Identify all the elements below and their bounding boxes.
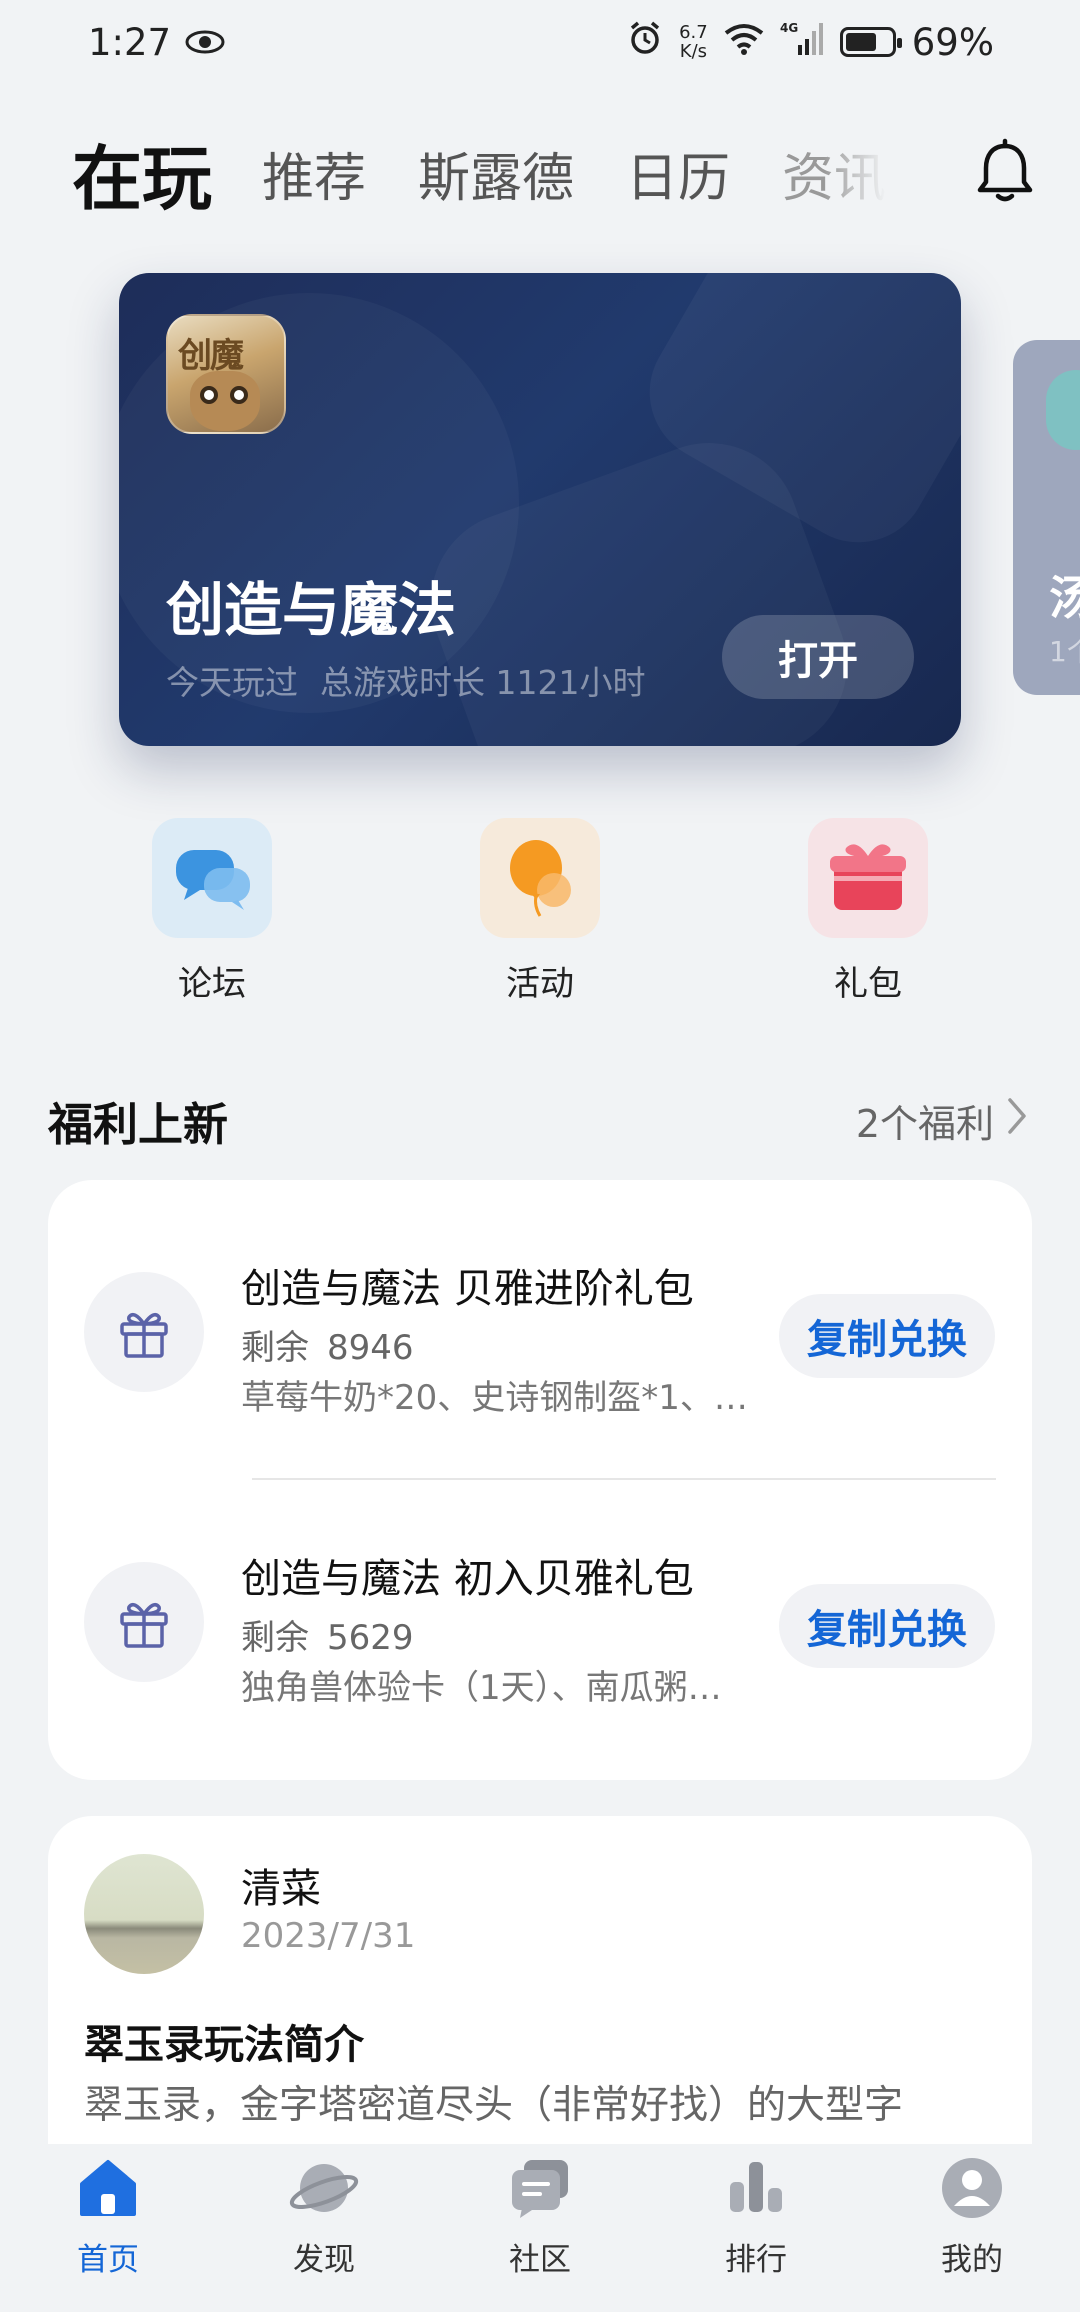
copy-redeem-button[interactable]: 复制兑换 [779, 1294, 995, 1378]
chat-bubbles-icon [152, 818, 272, 938]
shortcut-forum-label: 论坛 [178, 964, 246, 1004]
benefits-section-title: 福利上新 [48, 1097, 229, 1151]
battery-icon [839, 27, 902, 57]
game-icon-eye [200, 386, 218, 404]
benefits-more-link[interactable]: 2个福利 [856, 1093, 1028, 1148]
chevron-right-icon [1006, 1096, 1028, 1145]
benefits-card: 创造与魔法 贝雅进阶礼包 剩余 8946 草莓牛奶*20、史诗钢制盔*1、… 复制… [48, 1180, 1032, 1780]
post-excerpt: 翠玉录，金字塔密道尽头（非常好找）的大型字 [84, 2083, 904, 2128]
community-post-card[interactable]: 清菜 2023/7/31 翠玉录玩法简介 翠玉录，金字塔密道尽头（非常好找）的大… [48, 1816, 1032, 2176]
benefit-item[interactable]: 创造与魔法 贝雅进阶礼包 剩余 8946 草莓牛奶*20、史诗钢制盔*1、… 复制… [48, 1180, 1032, 1430]
next-game-icon [1046, 370, 1080, 450]
gift-box-icon [808, 818, 928, 938]
benefit-remaining: 剩余 8946 [241, 1320, 414, 1369]
svg-text:4G: 4G [780, 21, 798, 35]
open-game-button[interactable]: 打开 [722, 615, 914, 699]
gift-outline-icon [84, 1272, 204, 1392]
post-author[interactable]: 清菜 [241, 1856, 321, 1914]
nav-ranking[interactable]: 排行 [676, 2152, 836, 2279]
benefit-remaining: 剩余 5629 [241, 1610, 414, 1659]
net-speed-unit: K/s [679, 41, 708, 62]
battery-percent: 69% [911, 20, 994, 64]
played-today-label: 今天玩过 [166, 663, 298, 702]
shortcut-row: 论坛 活动 礼包 [0, 818, 1080, 1004]
status-bar: 1:27 6.7 K/s 4G 69% [0, 0, 1080, 84]
net-speed-value: 6.7 [679, 22, 708, 43]
community-chat-icon [504, 2152, 576, 2224]
ranking-bars-icon [720, 2152, 792, 2224]
tab-news[interactable]: 资讯 [782, 136, 886, 211]
current-game-card[interactable]: 创魔 创造与魔法 今天玩过 总游戏时长 1121小时 打开 [119, 273, 961, 746]
status-time: 1:27 [88, 20, 172, 64]
shortcut-gift-label: 礼包 [834, 964, 902, 1004]
nav-me-label: 我的 [941, 2242, 1003, 2278]
nav-discover-label: 发现 [293, 2242, 355, 2278]
game-play-info: 今天玩过 总游戏时长 1121小时 [166, 656, 645, 704]
status-left: 1:27 [88, 21, 225, 64]
benefit-contents: 草莓牛奶*20、史诗钢制盔*1、… [241, 1378, 748, 1418]
nav-community-label: 社区 [509, 2242, 571, 2278]
alarm-icon [627, 20, 663, 65]
status-right: 6.7 K/s 4G 69% [627, 20, 994, 65]
post-date: 2023/7/31 [241, 1916, 416, 1956]
shortcut-forum[interactable]: 论坛 [132, 818, 292, 1005]
benefit-remaining-value: 5629 [327, 1618, 414, 1658]
game-icon-logo: 创魔 [178, 336, 244, 376]
next-game-card-peek[interactable]: 汤 1个 [1013, 340, 1080, 695]
top-tabs: 在玩 推荐 斯露德 日历 资讯 [72, 128, 1040, 220]
benefits-count-label: 2个福利 [855, 1101, 994, 1146]
signal-icon: 4G [780, 21, 824, 64]
shortcut-event-label: 活动 [506, 964, 574, 1004]
benefit-title: 创造与魔法 初入贝雅礼包 [241, 1556, 694, 1602]
game-title: 创造与魔法 [166, 576, 457, 644]
nav-ranking-label: 排行 [725, 2242, 787, 2278]
tab-playing[interactable]: 在玩 [72, 123, 212, 224]
game-icon-character [190, 371, 260, 431]
planet-icon [288, 2152, 360, 2224]
benefit-remaining-label: 剩余 [241, 1328, 309, 1368]
bottom-nav: 首页 发现 社区 排行 我的 [0, 2144, 1080, 2312]
shortcut-gift[interactable]: 礼包 [788, 818, 948, 1005]
tab-calendar[interactable]: 日历 [626, 136, 730, 211]
tab-recommend[interactable]: 推荐 [262, 136, 366, 211]
benefit-contents: 独角兽体验卡（1天）、南瓜粥… [241, 1668, 722, 1708]
eye-icon [185, 21, 225, 64]
benefit-remaining-label: 剩余 [241, 1618, 309, 1658]
benefits-section-header: 福利上新 2个福利 [48, 1085, 1028, 1155]
wifi-icon [724, 21, 764, 64]
total-playtime-label: 总游戏时长 1121小时 [320, 663, 646, 702]
user-profile-icon [936, 2152, 1008, 2224]
battery-fill [845, 33, 876, 51]
nav-discover[interactable]: 发现 [244, 2152, 404, 2279]
nav-home-label: 首页 [77, 2242, 139, 2278]
network-speed: 6.7 K/s [679, 23, 708, 61]
benefit-title: 创造与魔法 贝雅进阶礼包 [241, 1266, 694, 1312]
post-title[interactable]: 翠玉录玩法简介 [84, 2012, 364, 2070]
nav-me[interactable]: 我的 [892, 2152, 1052, 2279]
benefit-remaining-value: 8946 [327, 1328, 414, 1368]
shortcut-event[interactable]: 活动 [460, 818, 620, 1005]
nav-home[interactable]: 首页 [28, 2152, 188, 2279]
home-icon [72, 2152, 144, 2224]
benefit-item[interactable]: 创造与魔法 初入贝雅礼包 剩余 5629 独角兽体验卡（1天）、南瓜粥… 复制兑换 [48, 1470, 1032, 1720]
bell-icon[interactable] [970, 138, 1040, 208]
next-game-sub: 1个 [1049, 635, 1080, 668]
game-icon-eye [230, 386, 248, 404]
balloon-icon [480, 818, 600, 938]
tab-sloud[interactable]: 斯露德 [418, 136, 574, 211]
copy-redeem-button[interactable]: 复制兑换 [779, 1584, 995, 1668]
nav-community[interactable]: 社区 [460, 2152, 620, 2279]
game-icon[interactable]: 创魔 [166, 314, 286, 434]
next-game-title: 汤 [1049, 571, 1080, 625]
gift-outline-icon [84, 1562, 204, 1682]
avatar[interactable] [84, 1854, 204, 1974]
